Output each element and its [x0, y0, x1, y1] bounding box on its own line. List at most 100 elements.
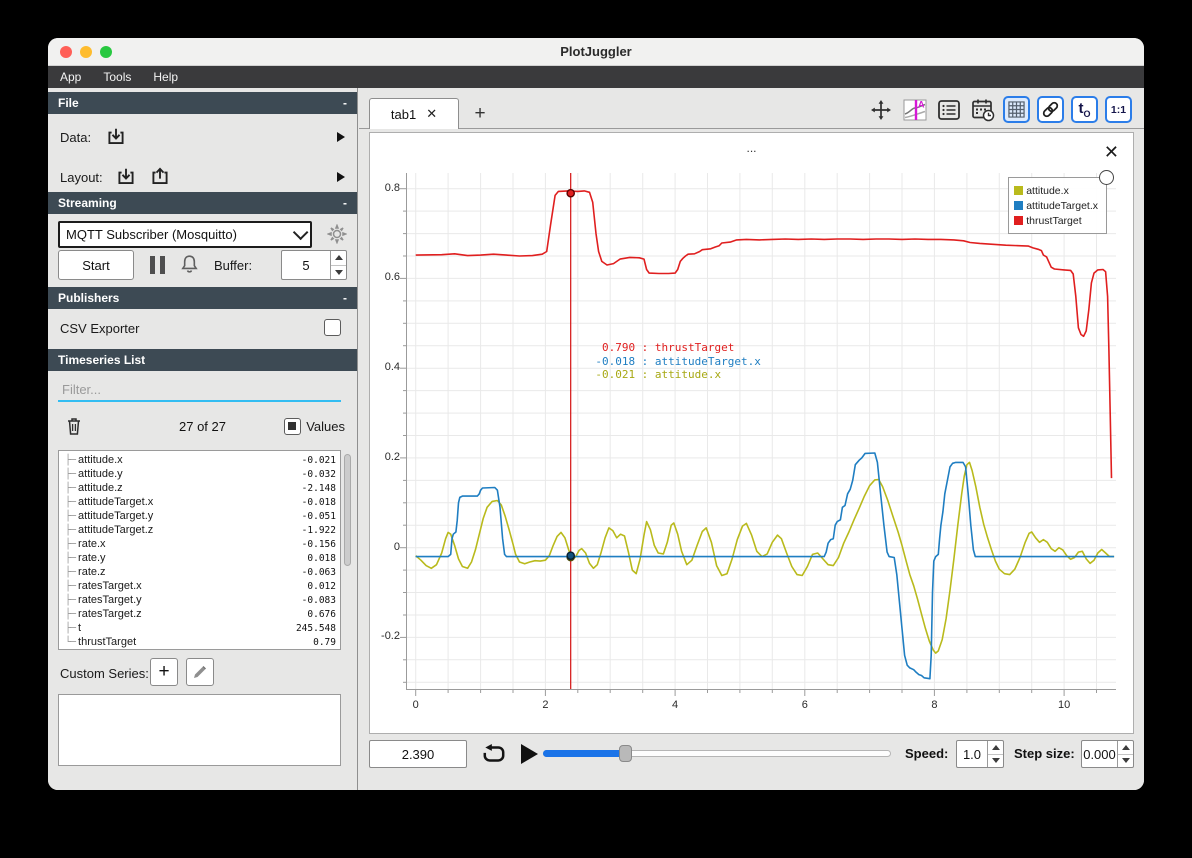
list-item[interactable]: ├─ t 245.548 — [61, 621, 336, 635]
legend-entry[interactable]: attitude.x — [1014, 183, 1098, 198]
speed-spinbox[interactable]: 1.0 — [956, 740, 1004, 768]
timeseries-section-header[interactable]: Timeseries List — [48, 349, 357, 371]
series-value: 0.676 — [307, 608, 336, 620]
menu-app[interactable]: App — [60, 70, 81, 84]
buffer-spinbox[interactable]: 5 — [281, 250, 347, 280]
streaming-source-select[interactable]: MQTT Subscriber (Mosquitto) — [58, 221, 312, 248]
add-tab-button[interactable]: + — [463, 100, 497, 128]
edit-custom-series-button[interactable] — [186, 658, 214, 686]
step-size-spinbox[interactable]: 0.000 — [1081, 740, 1134, 768]
custom-series-list[interactable] — [58, 694, 341, 766]
series-name[interactable]: thrustTarget — [78, 636, 136, 648]
series-name[interactable]: attitudeTarget.y — [78, 510, 153, 522]
save-layout-icon[interactable] — [149, 166, 171, 188]
list-item[interactable]: ├─ rate.z -0.063 — [61, 565, 336, 579]
list-item[interactable]: ├─ attitudeTarget.z -1.922 — [61, 523, 336, 537]
streaming-section-header[interactable]: Streaming - — [48, 192, 357, 214]
series-name[interactable]: attitudeTarget.z — [78, 524, 153, 536]
menu-tools[interactable]: Tools — [103, 70, 131, 84]
collapse-icon[interactable]: - — [343, 196, 347, 210]
plot-title[interactable]: ... — [370, 141, 1133, 155]
series-name[interactable]: ratesTarget.y — [78, 594, 142, 606]
one-to-one-icon: 1:1 — [1110, 103, 1127, 116]
list-item[interactable]: ├─ ratesTarget.x 0.012 — [61, 579, 336, 593]
list-item[interactable]: ├─ attitude.x -0.021 — [61, 453, 336, 467]
spin-up-icon[interactable] — [331, 251, 346, 266]
tab-close-icon[interactable]: ✕ — [426, 106, 437, 122]
plot-svg[interactable] — [398, 173, 1116, 701]
series-name[interactable]: attitude.x — [78, 454, 123, 466]
series-name[interactable]: ratesTarget.z — [78, 608, 142, 620]
streaming-settings-gear-icon[interactable] — [326, 223, 348, 249]
grid-toggle-button[interactable] — [1003, 96, 1030, 123]
list-item[interactable]: ├─ attitude.z -2.148 — [61, 481, 336, 495]
curve-tracker-icon[interactable]: A — [901, 96, 928, 123]
csv-exporter-label: CSV Exporter — [60, 321, 140, 336]
series-name[interactable]: ratesTarget.x — [78, 580, 142, 592]
series-name[interactable]: rate.z — [78, 566, 106, 578]
pause-streaming-icon[interactable] — [150, 256, 165, 274]
spin-up-icon[interactable] — [988, 741, 1003, 755]
csv-exporter-checkbox[interactable] — [324, 319, 341, 336]
series-name[interactable]: attitude.z — [78, 482, 123, 494]
start-button-label: Start — [82, 257, 110, 273]
file-section-header[interactable]: File - — [48, 92, 357, 114]
add-custom-series-button[interactable]: + — [150, 658, 178, 686]
menu-help[interactable]: Help — [153, 70, 178, 84]
timeseries-list[interactable]: ├─ attitude.x -0.021 ├─ attitude.y -0.032 ├─ at… — [58, 450, 341, 650]
series-name[interactable]: rate.x — [78, 538, 106, 550]
filter-input[interactable] — [58, 378, 341, 402]
values-checkbox[interactable] — [284, 418, 302, 435]
play-icon[interactable] — [519, 743, 539, 770]
publishers-section-header[interactable]: Publishers - — [48, 287, 357, 309]
series-value: -0.018 — [301, 496, 336, 508]
plus-icon: + — [158, 661, 170, 682]
spin-down-icon[interactable] — [331, 266, 346, 280]
notifications-bell-icon[interactable] — [178, 253, 201, 281]
series-name[interactable]: t — [78, 622, 81, 634]
tree-guide: ├─ — [65, 566, 76, 578]
plot-canvas[interactable] — [398, 173, 1116, 701]
time-offset-button[interactable]: tO — [1071, 96, 1098, 123]
list-item[interactable]: └─ thrustTarget 0.79 — [61, 635, 336, 649]
spin-up-icon[interactable] — [1118, 741, 1133, 755]
series-name[interactable]: attitudeTarget.x — [78, 496, 153, 508]
collapse-icon[interactable]: - — [343, 96, 347, 110]
legend-entry[interactable]: thrustTarget — [1014, 213, 1098, 228]
tree-guide: ├─ — [65, 524, 76, 536]
legend-entry[interactable]: attitudeTarget.x — [1014, 198, 1098, 213]
slider-handle[interactable] — [619, 745, 632, 762]
series-name[interactable]: attitude.y — [78, 468, 123, 480]
series-name[interactable]: rate.y — [78, 552, 106, 564]
link-axes-button[interactable] — [1037, 96, 1064, 123]
spin-down-icon[interactable] — [1118, 755, 1133, 768]
plot-close-icon[interactable]: ✕ — [1104, 143, 1119, 161]
list-item[interactable]: ├─ attitudeTarget.y -0.051 — [61, 509, 336, 523]
plot-widget[interactable]: ... ✕ attitude.x attitudeTarget.x thrustTa… — [369, 132, 1134, 734]
data-menu-arrow[interactable] — [337, 120, 345, 154]
tab-tab1[interactable]: tab1 ✕ — [369, 98, 459, 129]
load-data-icon[interactable] — [105, 126, 127, 148]
layout-menu-arrow[interactable] — [337, 160, 345, 194]
collapse-icon[interactable]: - — [343, 291, 347, 305]
scrollbar-thumb[interactable] — [344, 454, 351, 566]
legend-drag-handle[interactable] — [1099, 170, 1114, 185]
list-item[interactable]: ├─ ratesTarget.y -0.083 — [61, 593, 336, 607]
list-item[interactable]: ├─ rate.x -0.156 — [61, 537, 336, 551]
loop-icon[interactable] — [481, 743, 507, 771]
time-display[interactable]: 2.390 — [369, 740, 467, 768]
list-item[interactable]: ├─ ratesTarget.z 0.676 — [61, 607, 336, 621]
playback-slider[interactable] — [543, 745, 891, 762]
datetime-icon[interactable] — [969, 96, 996, 123]
ratio-one-to-one-button[interactable]: 1:1 — [1105, 96, 1132, 123]
legend-list-icon[interactable] — [935, 96, 962, 123]
pan-move-icon[interactable] — [867, 96, 894, 123]
tracker-readout: 0.790 : thrustTarget -0.018 : attitudeTar… — [595, 341, 761, 382]
list-item[interactable]: ├─ rate.y 0.018 — [61, 551, 336, 565]
spin-down-icon[interactable] — [988, 755, 1003, 768]
list-item[interactable]: ├─ attitudeTarget.x -0.018 — [61, 495, 336, 509]
list-item[interactable]: ├─ attitude.y -0.032 — [61, 467, 336, 481]
start-streaming-button[interactable]: Start — [58, 250, 134, 280]
plot-legend[interactable]: attitude.x attitudeTarget.x thrustTarget — [1008, 177, 1107, 234]
load-layout-icon[interactable] — [115, 166, 137, 188]
